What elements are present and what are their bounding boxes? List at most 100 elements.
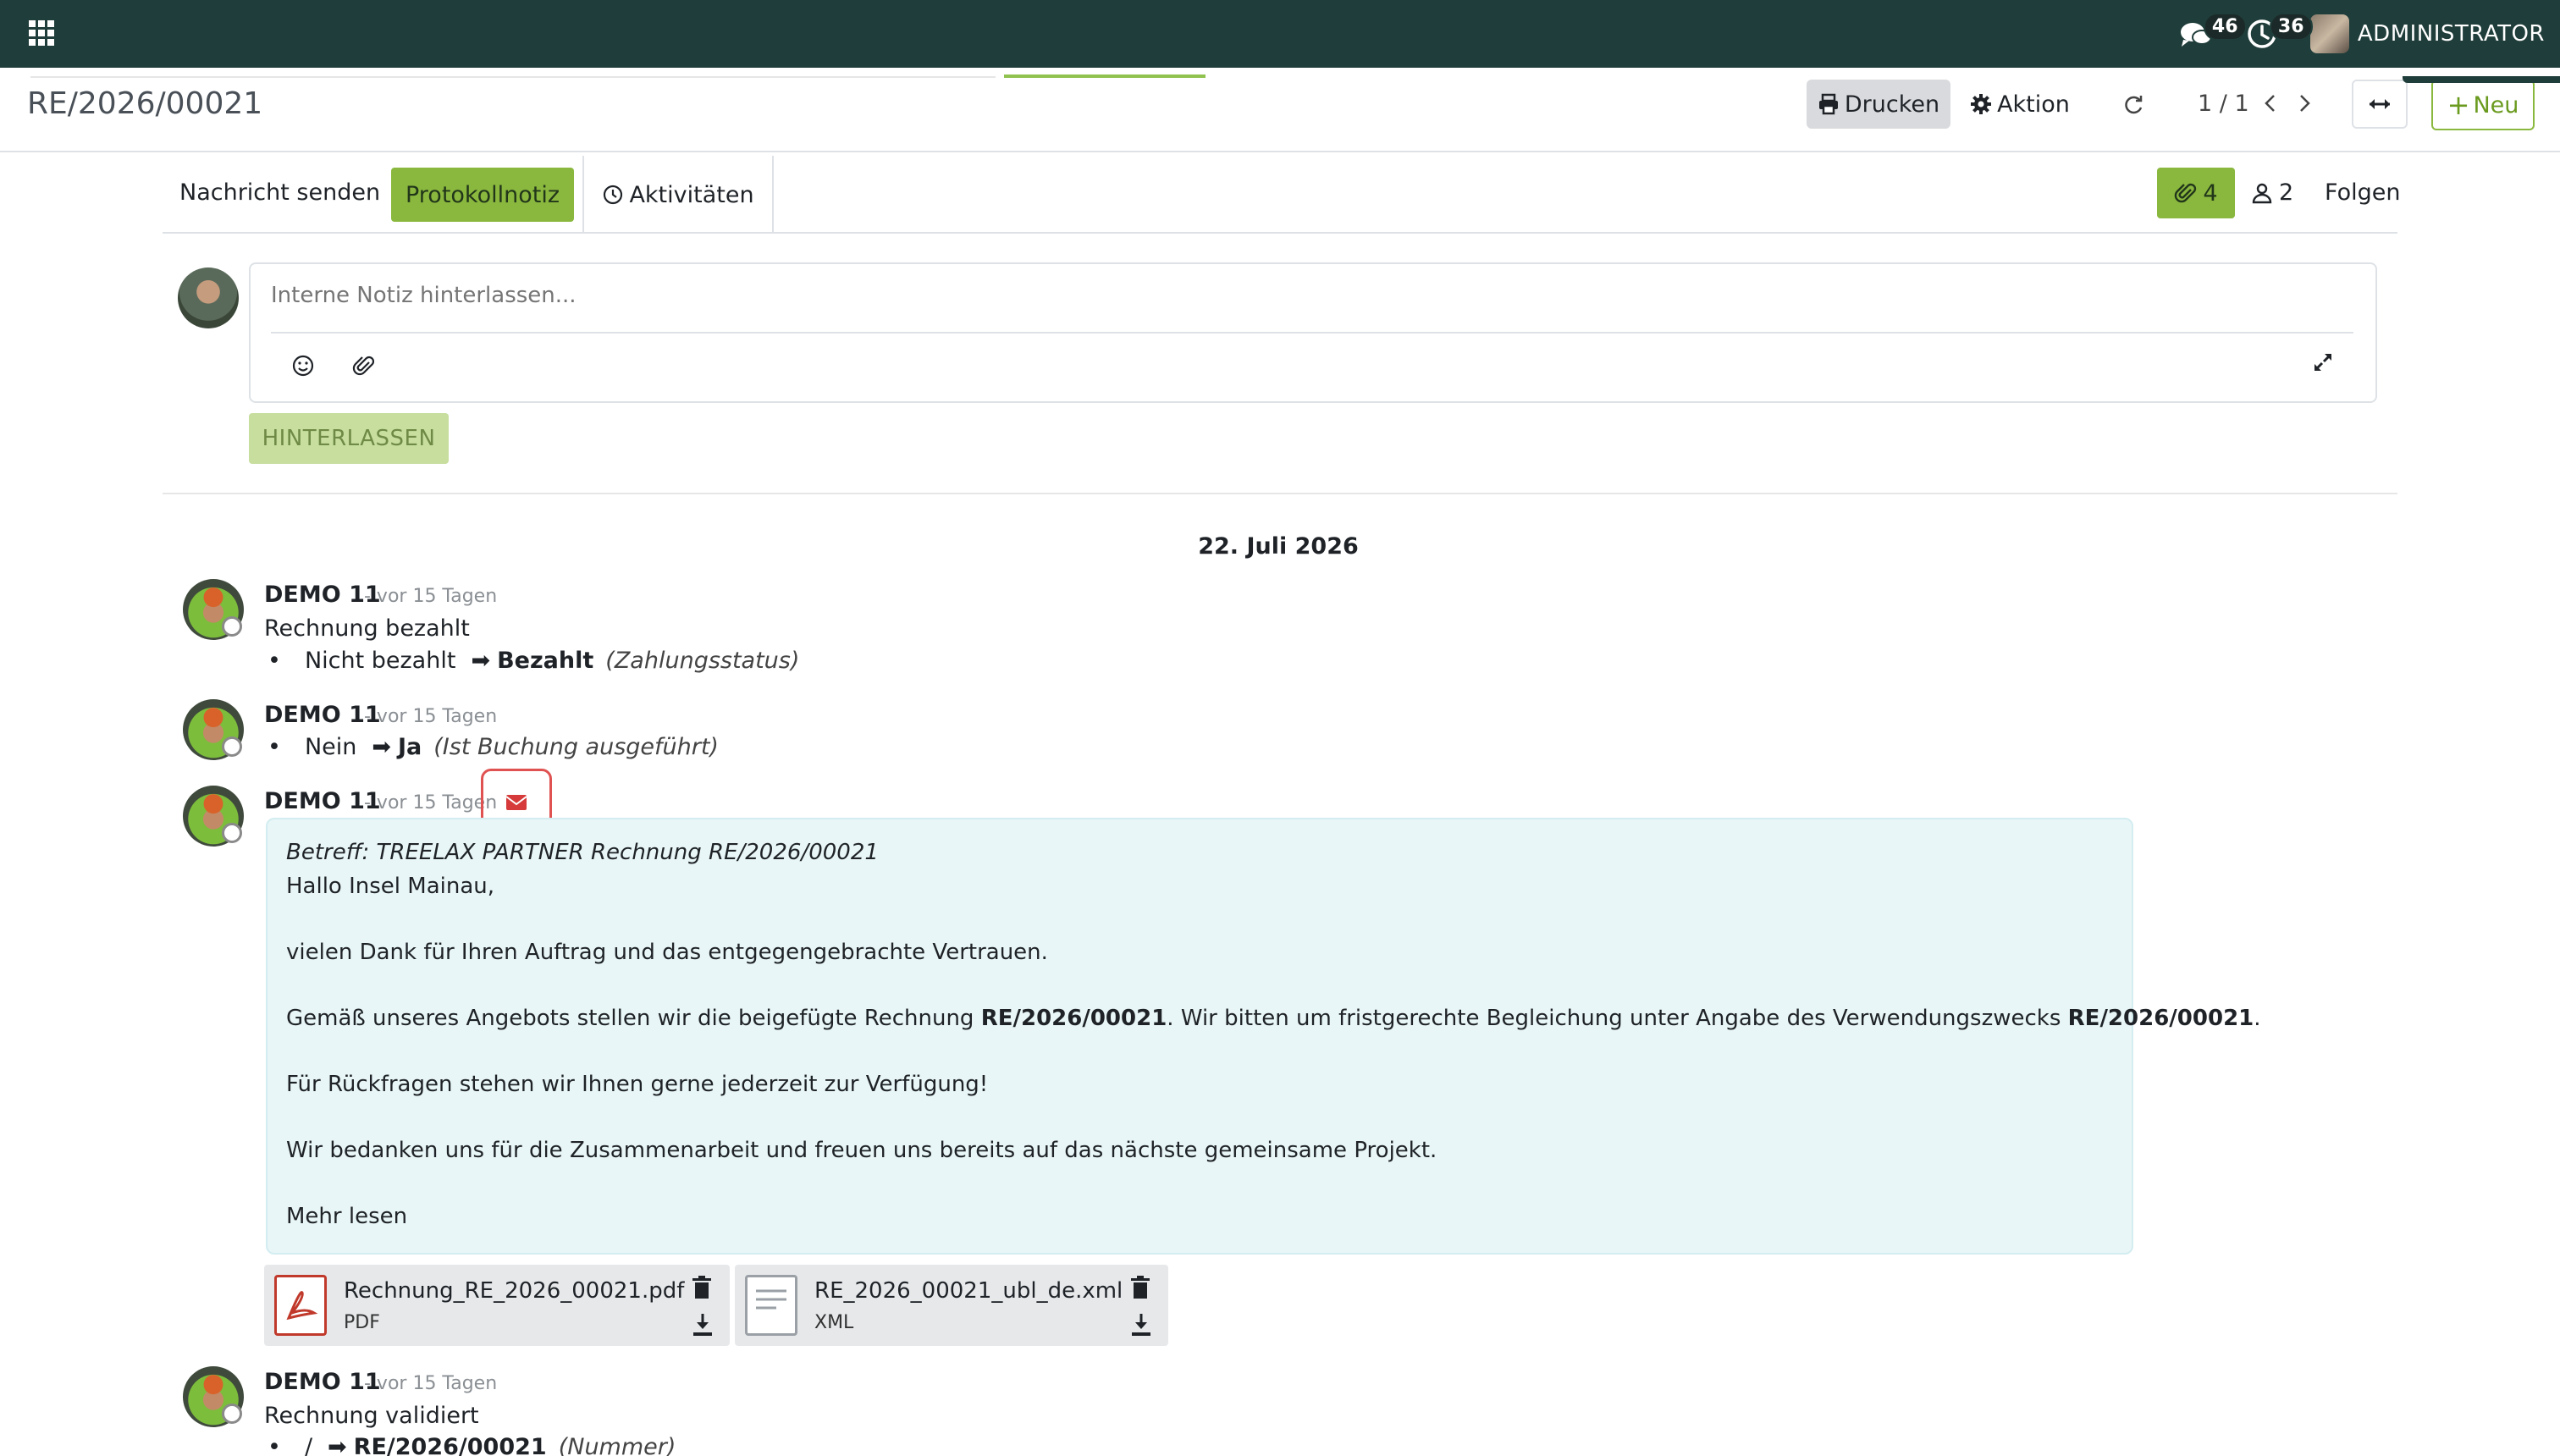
message-date: - vor 15 Tagen bbox=[364, 706, 498, 727]
attachment-type: PDF bbox=[344, 1312, 380, 1333]
user-avatar[interactable] bbox=[2309, 14, 2349, 53]
paperclip-icon bbox=[2175, 183, 2197, 203]
activities-badge: 36 bbox=[2269, 13, 2313, 41]
read-more-link[interactable]: Mehr lesen bbox=[286, 1204, 407, 1229]
send-message-button[interactable]: Nachricht senden bbox=[179, 179, 380, 206]
refresh-icon[interactable] bbox=[2121, 93, 2145, 117]
message-date: - vor 15 Tagen bbox=[364, 586, 498, 607]
message-date: - vor 15 Tagen bbox=[364, 792, 498, 813]
old-value: Nein bbox=[304, 734, 357, 760]
note-input[interactable] bbox=[271, 283, 2353, 308]
printer-icon bbox=[1818, 93, 1838, 115]
attachment-name: Rechnung_RE_2026_00021.pdf bbox=[344, 1278, 685, 1304]
attachment-type: XML bbox=[814, 1312, 854, 1333]
author-name[interactable]: DEMO 11 bbox=[264, 1369, 381, 1395]
email-paragraph: Gemäß unseres Angebots stellen wir die b… bbox=[286, 1006, 2261, 1031]
app-menu-icon[interactable] bbox=[29, 20, 54, 46]
top-navbar: 46 36 ADMINISTRATOR bbox=[0, 0, 2560, 68]
attachment-card[interactable]: RE_2026_00021_ubl_de.xml XML bbox=[735, 1265, 1168, 1346]
user-menu-name[interactable]: ADMINISTRATOR bbox=[2358, 21, 2545, 47]
toggle-width-button[interactable] bbox=[2352, 80, 2408, 129]
print-button[interactable]: Drucken bbox=[1807, 80, 1950, 129]
email-subject: Betreff: TREELAX PARTNER Rechnung RE/202… bbox=[286, 840, 879, 865]
status-icon bbox=[222, 823, 242, 843]
user-icon bbox=[2252, 183, 2272, 203]
divider bbox=[163, 493, 2397, 494]
active-tab-underline bbox=[1004, 73, 1206, 78]
new-value: RE/2026/00021 bbox=[353, 1434, 547, 1456]
email-body: Betreff: TREELAX PARTNER Rechnung RE/202… bbox=[266, 818, 2261, 1255]
email-paragraph: vielen Dank für Ihren Auftrag und das en… bbox=[286, 940, 1048, 965]
messaging-menu[interactable]: 46 bbox=[2178, 13, 2247, 52]
breadcrumb: RE/2026/00021 bbox=[27, 86, 263, 121]
download-icon[interactable] bbox=[691, 1312, 714, 1337]
email-paragraph: Wir bedanken uns für die Zusammenarbeit … bbox=[286, 1138, 1437, 1163]
emoji-icon[interactable] bbox=[290, 352, 317, 379]
author-name[interactable]: DEMO 11 bbox=[264, 788, 381, 814]
tracking-value: • Nicht bezahlt ➡ Bezahlt (Zahlungsstatu… bbox=[268, 648, 800, 674]
chatter-topbar: Nachricht senden Protokollnotiz Aktivitä… bbox=[163, 156, 2400, 234]
arrow-right-icon: ➡ bbox=[372, 734, 391, 760]
old-value: / bbox=[304, 1434, 313, 1456]
message-body: Rechnung validiert bbox=[264, 1403, 479, 1429]
attachment-name: RE_2026_00021_ubl_de.xml bbox=[814, 1278, 1123, 1304]
pdf-file-icon bbox=[274, 1275, 327, 1336]
follower-count: 2 bbox=[2279, 179, 2294, 206]
attachment-card[interactable]: Rechnung_RE_2026_00021.pdf PDF bbox=[264, 1265, 730, 1346]
pager-value[interactable]: 1 / 1 bbox=[2198, 91, 2249, 117]
print-label: Drucken bbox=[1844, 91, 1940, 118]
submit-note-button[interactable]: HINTERLASSEN bbox=[249, 413, 449, 464]
new-value: Ja bbox=[398, 734, 422, 760]
download-icon[interactable] bbox=[1129, 1312, 1153, 1337]
action-button[interactable]: Aktion bbox=[1967, 80, 2072, 129]
activities-label: Aktivitäten bbox=[629, 181, 754, 208]
chevron-left-icon[interactable] bbox=[2259, 91, 2282, 115]
activities-button[interactable]: Aktivitäten bbox=[582, 156, 774, 234]
activity-menu[interactable]: 36 bbox=[2244, 13, 2313, 52]
fullscreen-icon[interactable] bbox=[2309, 349, 2337, 376]
action-label: Aktion bbox=[1997, 91, 2070, 118]
status-icon bbox=[222, 616, 242, 637]
tracking-value: • / ➡ RE/2026/00021 (Nummer) bbox=[268, 1434, 676, 1456]
trash-icon[interactable] bbox=[1129, 1275, 1151, 1300]
field-name: (Ist Buchung ausgeführt) bbox=[433, 734, 719, 760]
invoice-reference: RE/2026/00021 bbox=[980, 1006, 1167, 1031]
trash-icon[interactable] bbox=[691, 1275, 713, 1300]
new-button[interactable]: + Neu bbox=[2431, 80, 2535, 130]
attachment-count: 4 bbox=[2203, 179, 2218, 207]
message-date: - vor 15 Tagen bbox=[364, 1373, 498, 1394]
arrow-right-icon: ➡ bbox=[328, 1434, 347, 1456]
control-panel: RE/2026/00021 Drucken Aktion 1 / 1 + Neu bbox=[0, 68, 2560, 152]
clock-icon bbox=[604, 185, 623, 205]
chevron-right-icon[interactable] bbox=[2292, 91, 2316, 115]
field-name: (Zahlungsstatus) bbox=[605, 648, 800, 674]
new-value: Bezahlt bbox=[497, 648, 594, 674]
date-separator: 22. Juli 2026 bbox=[1198, 533, 1359, 560]
message-body: Rechnung bezahlt bbox=[264, 615, 470, 642]
email-paragraph: Für Rückfragen stehen wir Ihnen gerne je… bbox=[286, 1072, 989, 1097]
author-name[interactable]: DEMO 11 bbox=[264, 702, 381, 728]
new-label: Neu bbox=[2473, 91, 2519, 119]
arrow-right-icon: ➡ bbox=[471, 648, 491, 674]
gear-icon bbox=[1971, 94, 1992, 114]
messages-badge: 46 bbox=[2203, 13, 2247, 41]
paperclip-icon[interactable] bbox=[350, 352, 378, 379]
old-value: Nicht bezahlt bbox=[304, 648, 456, 674]
invoice-reference: RE/2026/00021 bbox=[2067, 1006, 2254, 1031]
xml-file-icon bbox=[745, 1275, 797, 1336]
notebook-tabs-edge bbox=[30, 73, 996, 78]
follow-button[interactable]: Folgen bbox=[2325, 179, 2400, 206]
composer-divider bbox=[271, 332, 2353, 334]
current-user-avatar bbox=[178, 267, 239, 328]
field-name: (Nummer) bbox=[558, 1434, 676, 1456]
systray: 46 36 ADMINISTRATOR bbox=[2178, 0, 2545, 68]
email-greeting: Hallo Insel Mainau, bbox=[286, 874, 495, 899]
tracking-value: • Nein ➡ Ja (Ist Buchung ausgeführt) bbox=[268, 734, 719, 760]
log-note-button[interactable]: Protokollnotiz bbox=[391, 168, 574, 222]
attachments-button[interactable]: 4 bbox=[2157, 168, 2235, 218]
followers-button[interactable]: 2 bbox=[2250, 179, 2293, 206]
author-name[interactable]: DEMO 11 bbox=[264, 582, 381, 608]
plus-icon: + bbox=[2447, 89, 2470, 121]
arrows-horizontal-icon bbox=[2370, 99, 2390, 109]
status-strip bbox=[2403, 76, 2560, 83]
